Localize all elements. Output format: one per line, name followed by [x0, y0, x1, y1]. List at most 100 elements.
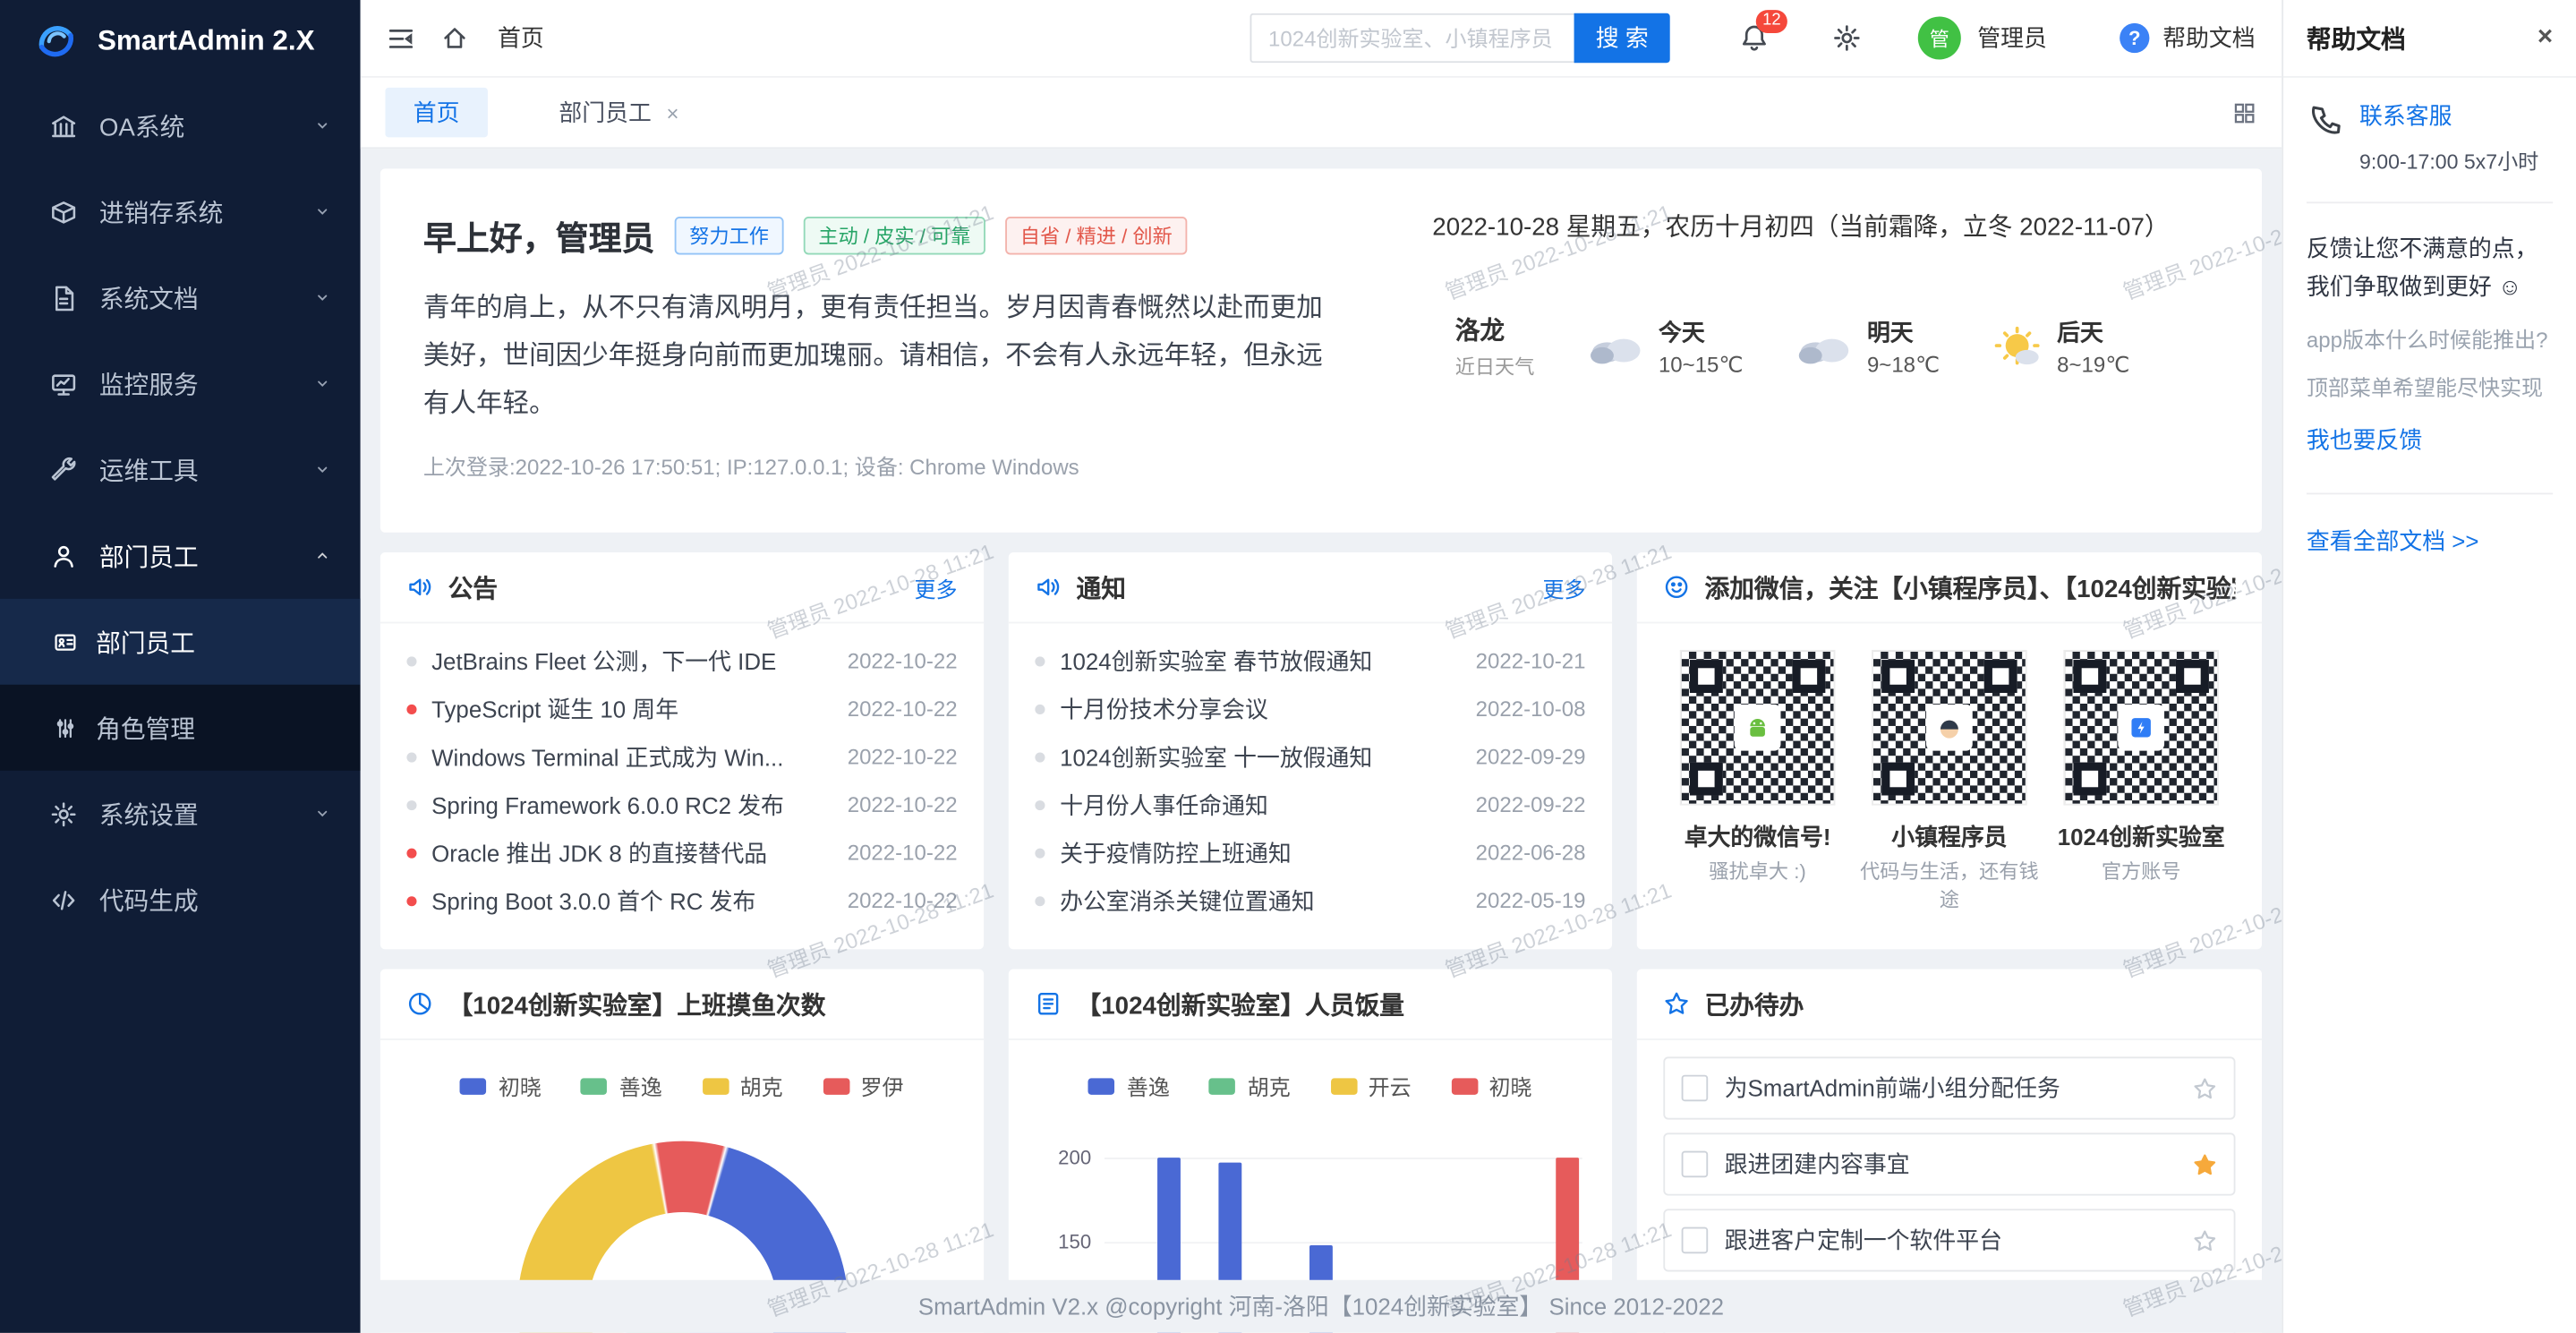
sidebar-subitem-role-management[interactable]: 角色管理 [0, 685, 361, 771]
card-title: 【1024创新实验室】上班摸鱼次数 [448, 987, 958, 1021]
date-info: 2022-10-28 星期五，农历十月初四（当前霜降，立冬 2022-11-07… [1432, 209, 2169, 244]
status-dot [406, 848, 416, 858]
sidebar-item-ops[interactable]: 运维工具 [0, 427, 361, 513]
android-icon [1735, 705, 1781, 751]
sidebar-item-settings[interactable]: 系统设置 [0, 771, 361, 857]
sidebar-item-codegen[interactable]: 代码生成 [0, 857, 361, 943]
tab-department[interactable]: 部门员工 × [531, 88, 707, 137]
announcement-row[interactable]: JetBrains Fleet 公测，下一代 IDE2022-10-22 [406, 637, 957, 685]
close-tab-icon[interactable]: × [666, 102, 678, 124]
checkbox[interactable] [1682, 1075, 1709, 1102]
star-icon [1663, 990, 1690, 1017]
search-input[interactable] [1250, 13, 1574, 63]
sidebar-item-inventory[interactable]: 进销存系统 [0, 168, 361, 254]
app-window: SmartAdmin 2.X OA系统 进销存系统 系统文档 监控服务 [0, 0, 2576, 1333]
weather-today: 今天10~15℃ [1588, 315, 1744, 378]
more-link[interactable]: 更多 [914, 571, 957, 602]
wechat-card: 添加微信，关注【小镇程序员】、【1024创新实验室】 卓大的微信号! 骚扰卓大 … [1637, 552, 2262, 949]
global-search: 搜 索 [1250, 13, 1670, 63]
notice-card: 通知 更多 1024创新实验室 春节放假通知2022-10-21 十月份技术分享… [1009, 552, 1612, 949]
announcement-row[interactable]: Spring Framework 6.0.0 RC2 发布2022-10-22 [406, 781, 957, 829]
more-link[interactable]: 更多 [1542, 571, 1585, 602]
chevron-up-icon [314, 547, 330, 563]
notice-list: 1024创新实验室 春节放假通知2022-10-21 十月份技术分享会议2022… [1009, 623, 1612, 924]
notice-row[interactable]: 十月份技术分享会议2022-10-08 [1035, 685, 1585, 733]
star-toggle[interactable] [2192, 1076, 2217, 1101]
announcement-row[interactable]: Windows Terminal 正式成为 Win...2022-10-22 [406, 732, 957, 781]
avatar[interactable]: 管 [1918, 16, 1961, 59]
layout-grid-icon[interactable] [2232, 100, 2257, 125]
last-login-info: 上次登录:2022-10-26 17:50:51; IP:127.0.0.1; … [423, 450, 1415, 482]
weather-day-after: 后天8~19℃ [1992, 315, 2129, 378]
notifications-button[interactable]: 12 [1739, 23, 1769, 53]
announcement-card: 公告 更多 JetBrains Fleet 公测，下一代 IDE2022-10-… [380, 552, 984, 949]
tag-proactive: 主动 / 皮实 / 可靠 [804, 217, 985, 254]
feedback-question: 顶部菜单希望能尽快实现 [2307, 371, 2553, 402]
sidebar-submenu: 部门员工 角色管理 [0, 599, 361, 771]
sidebar-subitem-department-staff[interactable]: 部门员工 [0, 599, 361, 685]
notice-row[interactable]: 关于疫情防控上班通知2022-06-28 [1035, 828, 1585, 876]
footer: SmartAdmin V2.x @copyright 河南-洛阳【1024创新实… [361, 1280, 2282, 1333]
view-all-docs-link[interactable]: 查看全部文档 >> [2307, 525, 2553, 558]
feedback-title: 反馈让您不满意的点，我们争取做到更好 ☺ [2307, 230, 2553, 306]
close-icon[interactable]: × [2538, 25, 2553, 52]
sidebar-item-docs[interactable]: 系统文档 [0, 254, 361, 340]
announcement-row[interactable]: TypeScript 诞生 10 周年2022-10-22 [406, 685, 957, 733]
announcement-row[interactable]: Spring Boot 3.0.0 首个 RC 发布2022-10-22 [406, 876, 957, 925]
megaphone-icon [1035, 574, 1062, 601]
star-toggle[interactable] [2192, 1152, 2217, 1177]
checkbox[interactable] [1682, 1151, 1709, 1178]
sidebar-item-oa[interactable]: OA系统 [0, 82, 361, 168]
legend-swatch [1451, 1077, 1478, 1093]
settings-button[interactable] [1832, 23, 1862, 53]
y-axis-tick: 200 [1045, 1146, 1091, 1169]
todo-item[interactable]: 跟进团建内容事宜 [1663, 1132, 2235, 1195]
star-toggle[interactable] [2192, 1228, 2217, 1253]
todo-card: 已办待办 为SmartAdmin前端小组分配任务 跟进团建内容事宜 [1637, 969, 2262, 1332]
chevron-down-icon [314, 289, 330, 305]
weather-city: 洛龙 近日天气 [1455, 312, 1535, 380]
notice-row[interactable]: 1024创新实验室 春节放假通知2022-10-21 [1035, 637, 1585, 685]
pie-legend: 初晓 善逸 胡克 罗伊 [380, 1070, 984, 1101]
announcement-row[interactable]: Oracle 推出 JDK 8 的直接替代品2022-10-22 [406, 828, 957, 876]
cloudy-icon [1796, 329, 1853, 365]
help-docs-link[interactable]: 帮助文档 [2162, 21, 2255, 55]
username[interactable]: 管理员 [1977, 21, 2047, 55]
contact-support-link[interactable]: 联系客服 [2359, 103, 2452, 130]
breadcrumb[interactable]: 首页 [498, 21, 544, 55]
notice-row[interactable]: 十月份人事任命通知2022-09-22 [1035, 781, 1585, 829]
status-dot [406, 752, 416, 762]
lab-logo-icon [2118, 705, 2164, 751]
id-card-icon [53, 629, 78, 654]
greeting-card: 早上好，管理员 努力工作 主动 / 皮实 / 可靠 自省 / 精进 / 创新 青… [380, 168, 2262, 532]
sidebar-item-monitor[interactable]: 监控服务 [0, 341, 361, 427]
app-logo[interactable]: SmartAdmin 2.X [0, 0, 361, 82]
roles-icon [53, 715, 78, 740]
y-axis-tick: 150 [1045, 1230, 1091, 1253]
topbar: 首页 搜 索 12 管 管理员 ? 帮助文档 [361, 0, 2282, 78]
card-title: 通知 [1077, 569, 1528, 604]
search-button[interactable]: 搜 索 [1574, 13, 1670, 63]
support-hours: 9:00-17:00 5x7小时 [2359, 144, 2538, 175]
status-dot [406, 704, 416, 713]
sidebar-item-department[interactable]: 部门员工 [0, 513, 361, 599]
sidebar-nav: OA系统 进销存系统 系统文档 监控服务 运维工具 [0, 82, 361, 943]
give-feedback-link[interactable]: 我也要反馈 [2307, 423, 2553, 457]
help-icon[interactable]: ? [2120, 23, 2149, 53]
status-dot [1035, 655, 1045, 665]
legend-swatch [1209, 1077, 1236, 1093]
notice-row[interactable]: 办公室消杀关键位置通知2022-05-19 [1035, 876, 1585, 925]
notice-row[interactable]: 1024创新实验室 十一放假通知2022-09-29 [1035, 732, 1585, 781]
home-icon[interactable] [441, 25, 468, 52]
checkbox[interactable] [1682, 1227, 1709, 1254]
gear-icon [1832, 23, 1862, 53]
todo-item[interactable]: 跟进客户定制一个软件平台 [1663, 1209, 2235, 1271]
tab-home[interactable]: 首页 [385, 88, 488, 137]
topbar-right: 搜 索 12 管 管理员 ? 帮助文档 [1250, 13, 2256, 63]
todo-item[interactable]: 为SmartAdmin前端小组分配任务 [1663, 1056, 2235, 1119]
menu-fold-icon[interactable] [387, 24, 414, 52]
chevron-down-icon [314, 461, 330, 477]
greeting-left: 早上好，管理员 努力工作 主动 / 皮实 / 可靠 自省 / 精进 / 创新 青… [423, 199, 1415, 503]
greeting-right: 2022-10-28 星期五，农历十月初四（当前霜降，立冬 2022-11-07… [1415, 199, 2219, 503]
greeting-title: 早上好，管理员 [423, 211, 655, 260]
